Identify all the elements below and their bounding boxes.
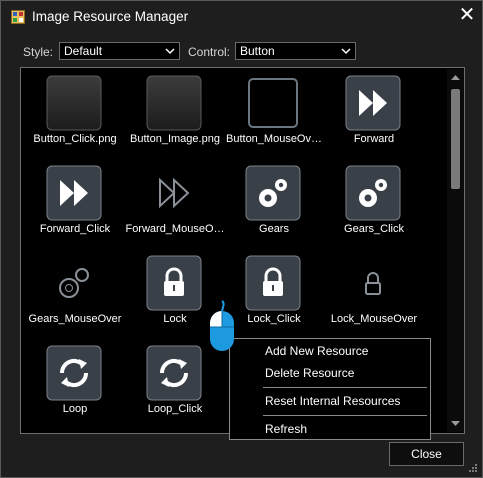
app-icon bbox=[11, 10, 25, 24]
context-menu: Add New Resource Delete Resource Reset I… bbox=[229, 338, 431, 440]
lock-icon bbox=[146, 255, 202, 311]
loop-icon bbox=[46, 345, 102, 401]
menu-item-delete-resource[interactable]: Delete Resource bbox=[265, 366, 354, 380]
resource-item[interactable]: Gears_Click bbox=[319, 160, 429, 248]
resource-label: Forward_Click bbox=[39, 223, 111, 235]
resource-label: Lock_MouseOver bbox=[330, 313, 418, 325]
blank-button-icon bbox=[146, 75, 202, 131]
gears-icon bbox=[245, 165, 301, 221]
control-dropdown[interactable]: Button bbox=[235, 42, 356, 60]
control-label: Control: bbox=[188, 45, 231, 59]
scroll-down-icon[interactable] bbox=[450, 418, 461, 429]
window-close-icon[interactable]: ✕ bbox=[457, 5, 477, 25]
menu-item-add-new-resource[interactable]: Add New Resource bbox=[265, 344, 368, 358]
resource-label: Forward bbox=[353, 133, 395, 145]
window-title: Image Resource Manager bbox=[32, 9, 189, 24]
resource-label: Gears_MouseOver bbox=[28, 313, 122, 325]
resource-item[interactable]: Gears bbox=[219, 160, 329, 248]
style-dropdown-value: Default bbox=[64, 44, 103, 58]
outline-button-icon bbox=[248, 78, 298, 128]
image-resource-manager-window: Image Resource Manager ✕ Style: Default … bbox=[0, 0, 483, 478]
chevron-down-icon bbox=[341, 48, 351, 55]
blank-button-icon bbox=[46, 75, 102, 131]
menu-item-reset-internal-resources[interactable]: Reset Internal Resources bbox=[265, 394, 400, 408]
resource-item[interactable]: Forward_Click bbox=[21, 160, 130, 248]
chevron-down-icon bbox=[165, 48, 175, 55]
forward-icon bbox=[345, 75, 401, 131]
mouse-icon bbox=[210, 300, 234, 351]
menu-item-refresh[interactable]: Refresh bbox=[265, 422, 307, 436]
resource-label: Button_MouseOv… bbox=[226, 133, 322, 145]
resource-label: Gears bbox=[259, 223, 289, 235]
resource-label: Button_Click.png bbox=[33, 133, 117, 145]
lock-outline-icon bbox=[365, 272, 381, 295]
scroll-thumb[interactable] bbox=[451, 89, 460, 189]
resize-grip-icon[interactable] bbox=[466, 461, 478, 473]
gears-outline-icon bbox=[59, 268, 89, 298]
title-bar: Image Resource Manager ✕ bbox=[1, 1, 482, 32]
resource-label: Gears_Click bbox=[344, 223, 404, 235]
resource-item[interactable]: Button_Image.png bbox=[120, 70, 230, 158]
vertical-scrollbar[interactable] bbox=[447, 69, 464, 432]
menu-separator bbox=[263, 387, 427, 388]
forward-outline-icon bbox=[159, 177, 190, 209]
resource-label: Forward_MouseO… bbox=[125, 223, 225, 235]
resource-item[interactable]: Button_MouseOv… bbox=[219, 70, 329, 158]
resource-item[interactable]: Loop bbox=[21, 340, 130, 428]
resource-label: Button_Image.png bbox=[130, 133, 220, 145]
resource-label: Loop_Click bbox=[147, 403, 203, 415]
gears-icon bbox=[345, 165, 401, 221]
menu-separator bbox=[263, 415, 427, 416]
resource-item[interactable]: Gears_MouseOver bbox=[21, 250, 130, 338]
style-label: Style: bbox=[23, 45, 54, 59]
scroll-up-icon[interactable] bbox=[450, 72, 461, 83]
resource-item[interactable]: Lock_MouseOver bbox=[319, 250, 429, 338]
resource-item[interactable]: Forward_MouseO… bbox=[120, 160, 230, 248]
loop-icon bbox=[146, 345, 202, 401]
close-button[interactable]: Close bbox=[389, 442, 464, 466]
resource-item[interactable]: Button_Click.png bbox=[21, 70, 130, 158]
resource-label: Loop bbox=[62, 403, 88, 415]
control-dropdown-value: Button bbox=[240, 44, 275, 58]
lock-icon bbox=[245, 255, 301, 311]
style-dropdown[interactable]: Default bbox=[59, 42, 180, 60]
resource-item[interactable]: Forward bbox=[319, 70, 429, 158]
forward-icon bbox=[46, 165, 102, 221]
